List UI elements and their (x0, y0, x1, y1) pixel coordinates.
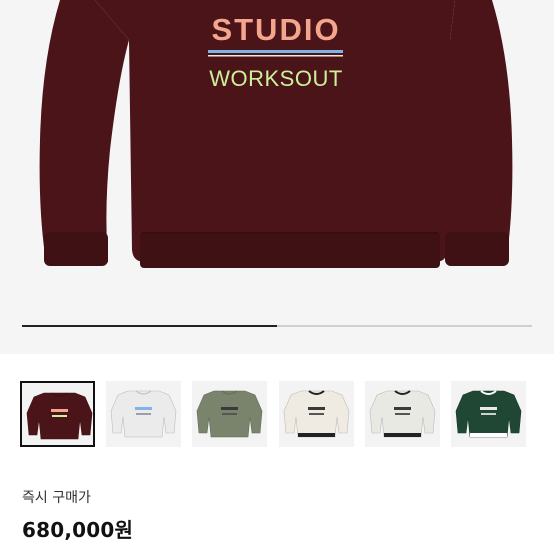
product-main-image[interactable]: STUDIO WORKSOUT (0, 0, 554, 354)
left-cuff (44, 232, 108, 266)
sweatshirt-left-sleeve (39, 0, 129, 262)
thumbnail-white[interactable] (106, 381, 182, 447)
thumbnail-burgundy[interactable] (20, 381, 95, 447)
thumbnail-cream-black-trim[interactable] (278, 381, 354, 447)
thumbnail-sweatshirt-icon (283, 390, 349, 438)
thumbnail-sweatshirt-icon (197, 390, 263, 438)
thumbnail-sweatshirt-icon (110, 390, 177, 438)
print-line-studio: STUDIO (211, 12, 340, 47)
image-progress-track (22, 325, 532, 327)
sweatshirt-illustration: STUDIO WORKSOUT (39, 0, 513, 268)
thumbnail-sweatshirt-icon (455, 390, 522, 438)
print-divider-white (208, 55, 343, 57)
thumbnail-strip (20, 381, 540, 449)
thumbnail-khaki[interactable] (192, 381, 268, 447)
thumbnail-green-white-trim[interactable] (451, 381, 526, 447)
thumbnail-sweatshirt-icon (26, 392, 93, 440)
thumbnail-sweatshirt-icon (369, 390, 436, 438)
image-progress-fill (22, 325, 277, 327)
waistband (140, 232, 440, 268)
thumbnail-light-gray-dark-trim[interactable] (364, 381, 440, 447)
instant-buy-price: 680,000원 (22, 518, 134, 542)
print-line-worksout: WORKSOUT (209, 66, 343, 91)
instant-buy-label: 즉시 구매가 (22, 490, 91, 506)
print-divider-blue (208, 50, 343, 53)
right-cuff (445, 232, 509, 266)
sweatshirt-right-sleeve (442, 0, 513, 262)
